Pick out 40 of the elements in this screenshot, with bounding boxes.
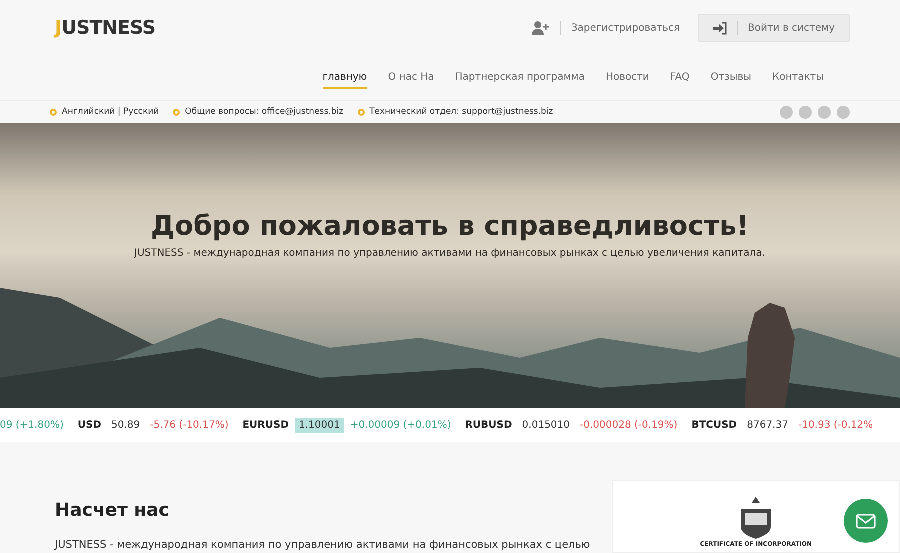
ticker-change: -0.000028 (-0.19%)	[580, 420, 678, 430]
nav-link[interactable]: Отзывы	[710, 68, 752, 88]
social-icon[interactable]	[818, 106, 831, 118]
ticker-change: -10.93 (-0.12%	[798, 420, 874, 430]
mail-icon	[856, 514, 876, 528]
ticker-change: +0.00009 (+0.01%)	[350, 420, 452, 430]
login-button[interactable]: Войти в систему	[698, 14, 850, 42]
ticker-price: 1.10001	[295, 418, 344, 432]
ticker-symbol: USD	[78, 420, 102, 430]
bullet-icon	[50, 108, 57, 116]
user-plus-icon	[532, 21, 550, 35]
hero-subtitle: JUSTNESS - международная компания по управлению активами на финансовых рынках с целью увеличения капитала.	[134, 248, 766, 259]
nav-link[interactable]: FAQ	[670, 68, 690, 88]
ticker-symbol: EURUSD	[242, 420, 289, 430]
nav-link[interactable]: главную	[322, 68, 368, 88]
section-title: Насчет нас	[55, 500, 170, 521]
ticker-symbol: RUBUSD	[465, 420, 512, 430]
nav-link[interactable]: Контакты	[772, 68, 824, 88]
about-text: JUSTNESS - международная компания по управлению активами на финансовых рынках с целью	[55, 539, 590, 551]
sign-in-icon	[713, 22, 727, 34]
ticker-price: 0.015010	[521, 418, 572, 432]
register-link[interactable]: Зарегистрироваться	[524, 15, 688, 41]
ticker-price: 8767.37	[746, 418, 790, 432]
ticker-symbol: BTCUSD	[692, 420, 738, 430]
logo[interactable]: JUSTNESS	[55, 17, 156, 39]
social-icon[interactable]	[780, 106, 793, 118]
hero-title: Добро пожаловать в справедливость!	[150, 211, 750, 242]
info-text: Общие вопросы: office@justness.biz	[185, 107, 344, 117]
ticker-change: -5.76 (-10.17%)	[150, 420, 229, 430]
social-icon[interactable]	[799, 106, 812, 118]
nav-link[interactable]: Новости	[606, 68, 650, 88]
bullet-icon	[173, 108, 180, 116]
nav-link[interactable]: Партнерская программа	[455, 68, 585, 88]
info-text: Английский | Русский	[62, 107, 160, 117]
social-icon[interactable]	[837, 106, 850, 118]
info-text: Технический отдел: support@justness.biz	[370, 107, 554, 117]
nav-link[interactable]: О нас На	[388, 68, 434, 88]
ticker-change: 09 (+1.80%)	[0, 420, 64, 430]
bullet-icon	[358, 108, 365, 116]
ticker-price: 50.89	[110, 418, 142, 432]
